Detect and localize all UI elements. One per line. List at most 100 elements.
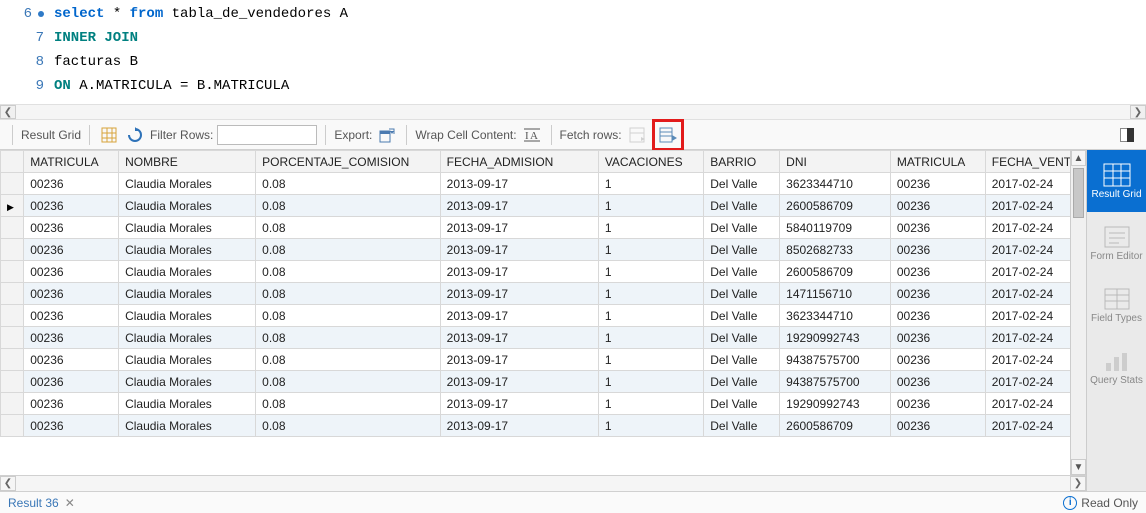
cell[interactable]: 1 (598, 349, 703, 371)
cell[interactable]: Claudia Morales (119, 217, 256, 239)
cell[interactable]: 3623344710 (780, 305, 891, 327)
editor-line[interactable]: 8facturas B (0, 50, 1146, 74)
cell[interactable]: Del Valle (704, 327, 780, 349)
grid-view-icon[interactable] (98, 124, 120, 146)
cell[interactable]: 2013-09-17 (440, 195, 598, 217)
cell[interactable]: Del Valle (704, 393, 780, 415)
cell[interactable]: 2013-09-17 (440, 173, 598, 195)
cell[interactable]: 2013-09-17 (440, 371, 598, 393)
sql-editor[interactable]: 6select * from tabla_de_vendedores A7INN… (0, 0, 1146, 104)
cell[interactable]: 2013-09-17 (440, 415, 598, 437)
row-header[interactable] (1, 261, 24, 283)
result-grid[interactable]: MATRICULANOMBREPORCENTAJE_COMISIONFECHA_… (0, 150, 1086, 437)
cell[interactable]: 1 (598, 239, 703, 261)
column-header[interactable]: NOMBRE (119, 151, 256, 173)
cell[interactable]: 0.08 (256, 415, 441, 437)
grid-hscroll[interactable]: ❮ ❯ (0, 475, 1086, 491)
side-form-editor[interactable]: Form Editor (1087, 212, 1146, 274)
table-row[interactable]: 00236Claudia Morales0.082013-09-171Del V… (1, 261, 1086, 283)
column-header[interactable]: VACACIONES (598, 151, 703, 173)
cell[interactable]: 2013-09-17 (440, 239, 598, 261)
cell[interactable]: 00236 (24, 173, 119, 195)
cell[interactable]: 2600586709 (780, 261, 891, 283)
filter-rows-input[interactable] (217, 125, 317, 145)
table-row[interactable]: 00236Claudia Morales0.082013-09-171Del V… (1, 173, 1086, 195)
cell[interactable]: Claudia Morales (119, 173, 256, 195)
cell[interactable]: Del Valle (704, 349, 780, 371)
code-text[interactable]: INNER JOIN (54, 26, 138, 50)
column-header[interactable]: MATRICULA (24, 151, 119, 173)
result-tab[interactable]: Result 36 ✕ (8, 496, 75, 510)
cell[interactable]: Claudia Morales (119, 371, 256, 393)
row-header[interactable] (1, 195, 24, 217)
cell[interactable]: 0.08 (256, 239, 441, 261)
cell[interactable]: 00236 (24, 217, 119, 239)
refresh-icon[interactable] (124, 124, 146, 146)
cell[interactable]: 00236 (24, 415, 119, 437)
cell[interactable]: 5840119709 (780, 217, 891, 239)
cell[interactable]: 2013-09-17 (440, 283, 598, 305)
cell[interactable]: 00236 (890, 239, 985, 261)
cell[interactable]: 0.08 (256, 217, 441, 239)
cell[interactable]: Claudia Morales (119, 305, 256, 327)
cell[interactable]: Del Valle (704, 261, 780, 283)
row-header[interactable] (1, 415, 24, 437)
grid-vscroll[interactable]: ▲ ▼ (1070, 150, 1086, 475)
cell[interactable]: 94387575700 (780, 349, 891, 371)
code-text[interactable]: select * from tabla_de_vendedores A (54, 2, 348, 26)
close-icon[interactable]: ✕ (65, 496, 75, 510)
column-header[interactable]: MATRICULA (890, 151, 985, 173)
cell[interactable]: 00236 (24, 283, 119, 305)
cell[interactable]: Claudia Morales (119, 239, 256, 261)
cell[interactable]: 0.08 (256, 349, 441, 371)
cell[interactable]: 00236 (890, 217, 985, 239)
cell[interactable]: 1 (598, 393, 703, 415)
cell[interactable]: 2600586709 (780, 195, 891, 217)
column-header[interactable]: PORCENTAJE_COMISION (256, 151, 441, 173)
cell[interactable]: 00236 (890, 173, 985, 195)
cell[interactable]: 00236 (890, 327, 985, 349)
table-row[interactable]: 00236Claudia Morales0.082013-09-171Del V… (1, 239, 1086, 261)
cell[interactable]: 00236 (890, 261, 985, 283)
cell[interactable]: Claudia Morales (119, 415, 256, 437)
cell[interactable]: 00236 (890, 283, 985, 305)
cell[interactable]: 1 (598, 415, 703, 437)
cell[interactable]: Del Valle (704, 173, 780, 195)
row-header[interactable] (1, 305, 24, 327)
cell[interactable]: 1 (598, 261, 703, 283)
row-header-corner[interactable] (1, 151, 24, 173)
cell[interactable]: 1 (598, 195, 703, 217)
scroll-right-icon[interactable]: ❯ (1130, 105, 1146, 119)
column-header[interactable]: BARRIO (704, 151, 780, 173)
row-header[interactable] (1, 371, 24, 393)
cell[interactable]: 94387575700 (780, 371, 891, 393)
cell[interactable]: Claudia Morales (119, 283, 256, 305)
row-header[interactable] (1, 327, 24, 349)
cell[interactable]: Del Valle (704, 415, 780, 437)
side-query-stats[interactable]: Query Stats (1087, 336, 1146, 398)
editor-line[interactable]: 9ON A.MATRICULA = B.MATRICULA (0, 74, 1146, 98)
fetch-rows-all-icon[interactable] (657, 124, 679, 146)
cell[interactable]: 19290992743 (780, 327, 891, 349)
scroll-up-icon[interactable]: ▲ (1071, 150, 1086, 166)
cell[interactable]: 2013-09-17 (440, 349, 598, 371)
cell[interactable]: 0.08 (256, 371, 441, 393)
cell[interactable]: 0.08 (256, 283, 441, 305)
table-row[interactable]: 00236Claudia Morales0.082013-09-171Del V… (1, 349, 1086, 371)
export-icon[interactable] (376, 124, 398, 146)
cell[interactable]: Claudia Morales (119, 327, 256, 349)
cell[interactable]: 19290992743 (780, 393, 891, 415)
fetch-rows-next-icon[interactable] (626, 124, 648, 146)
table-row[interactable]: 00236Claudia Morales0.082013-09-171Del V… (1, 195, 1086, 217)
cell[interactable]: 1 (598, 327, 703, 349)
cell[interactable]: 2013-09-17 (440, 305, 598, 327)
row-header[interactable] (1, 393, 24, 415)
cell[interactable]: Del Valle (704, 305, 780, 327)
cell[interactable]: 00236 (24, 195, 119, 217)
cell[interactable]: 8502682733 (780, 239, 891, 261)
cell[interactable]: 1471156710 (780, 283, 891, 305)
scroll-down-icon[interactable]: ▼ (1071, 459, 1086, 475)
row-header[interactable] (1, 349, 24, 371)
scroll-left-icon[interactable]: ❮ (0, 476, 16, 491)
cell[interactable]: 1 (598, 283, 703, 305)
